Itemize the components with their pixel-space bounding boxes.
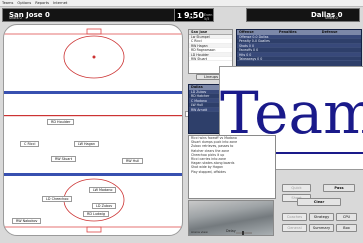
quick-button[interactable]: Quick	[282, 184, 311, 192]
menu-teams[interactable]: Teams	[2, 1, 13, 5]
stats-panel: Offense Penalties Defense Offense 0-0 Da…	[236, 29, 362, 70]
player-rd-hull[interactable]: RW Hull	[122, 158, 144, 164]
stats-col-penalties: Penalties	[278, 30, 297, 34]
home-shots: Shots 0	[9, 16, 22, 20]
stats-col-offense: Offense	[239, 30, 254, 34]
stats-cell: 0	[248, 43, 251, 48]
stats-cell: Goalies	[258, 39, 270, 44]
away-shots: Shots 0	[325, 16, 338, 20]
delay-label: Delay	[226, 229, 236, 233]
stats-cell: 0	[256, 48, 259, 53]
menu-internet[interactable]: Internet	[53, 1, 67, 5]
delay-slider[interactable]	[236, 231, 252, 235]
stats-row: Takeaways 0 0	[237, 56, 361, 62]
stats-cell: 0-0	[251, 39, 257, 44]
away-lineup-panel: Dallas LD Zubov RD Hatcher C Modano LW H…	[188, 84, 220, 134]
photo-label: Arena view	[191, 230, 208, 234]
stats-cell: 0	[246, 52, 249, 57]
stats-cell: 0-0	[252, 35, 258, 39]
goal-top	[86, 28, 102, 35]
stats-cell: Shots	[239, 43, 248, 48]
stats-cell: Takeaways	[239, 56, 257, 61]
lineup-row[interactable]: RW Stuart	[189, 57, 232, 62]
stats-cell: 0	[257, 56, 260, 61]
clock-shots: 0-0	[189, 16, 195, 20]
delay-control: Delay	[226, 229, 256, 236]
player-rd-ludwig[interactable]: RD Ludwig	[83, 211, 110, 217]
away-lineup-row[interactable]: RW Arnott	[189, 107, 219, 112]
delay-slider-knob[interactable]	[242, 231, 244, 235]
pass-button[interactable]: Pass	[323, 184, 355, 192]
player-c-ricci[interactable]: C Ricci	[20, 141, 40, 147]
goal-bottom	[86, 226, 102, 233]
menu-options[interactable]: Options	[17, 1, 31, 5]
strength: Even 5/5	[204, 13, 213, 21]
stats-cell: 0	[251, 43, 254, 48]
pbp-line: Play stopped, offsides	[191, 169, 226, 174]
blue-line-upper	[4, 91, 182, 94]
player-rw-stuart[interactable]: RW Stuart	[51, 156, 77, 162]
player-modano[interactable]: LW Modano	[89, 187, 117, 193]
blue-line-lower	[4, 173, 182, 176]
hockey-rink: RD Houlder C Ricci LW Hagan RW Stuart RW…	[3, 24, 183, 236]
player-ld-zubov[interactable]: LD Zubov	[92, 203, 117, 209]
away-scoreboard: Dallas 0 Shots 0	[246, 8, 360, 22]
cpu-button[interactable]: CPU	[336, 213, 357, 221]
stats-cell: Faceoffs	[239, 48, 253, 53]
strategy-button[interactable]: Strategy	[309, 213, 334, 221]
player-rd-houlder[interactable]: RD Houlder	[47, 119, 75, 125]
period: 1	[177, 12, 182, 20]
stats-cell: Penalty	[239, 39, 251, 44]
stats-col-defense: Defense	[321, 30, 338, 34]
player-ld-cheechoo[interactable]: LD Cheechoo	[42, 196, 73, 202]
center-line	[4, 115, 182, 117]
general-button[interactable]: General	[282, 224, 307, 232]
box-button[interactable]: Box	[336, 224, 357, 232]
home-scoreboard: San Jose 0 Shots 0	[2, 8, 188, 22]
stats-cell: Dallas	[258, 35, 269, 39]
stats-cell: 0	[260, 56, 263, 61]
summary-button[interactable]: Summary	[309, 224, 334, 232]
stats-cell: 0	[249, 52, 252, 57]
clear-button[interactable]: Clear	[297, 198, 341, 206]
menu-reports[interactable]: Reports	[35, 1, 49, 5]
game-clock: 1 9:50 Even 5/5 0-0	[174, 8, 214, 22]
player-lw-hagan[interactable]: LW Hagan	[74, 141, 100, 147]
play-by-play-panel: Ricci wins faceoff vs Modano Stuart dump…	[188, 135, 276, 199]
stats-cell: Hits	[239, 52, 246, 57]
stats-cell: 0	[253, 48, 256, 53]
coaches-button[interactable]: Coaches	[282, 213, 307, 221]
faceoff-dot-top	[92, 55, 96, 59]
stats-cell: Offense	[239, 35, 252, 39]
menu-bar: Teams Options Reports Internet	[0, 0, 363, 7]
goalie-home[interactable]: RW Nabokov	[12, 218, 42, 224]
